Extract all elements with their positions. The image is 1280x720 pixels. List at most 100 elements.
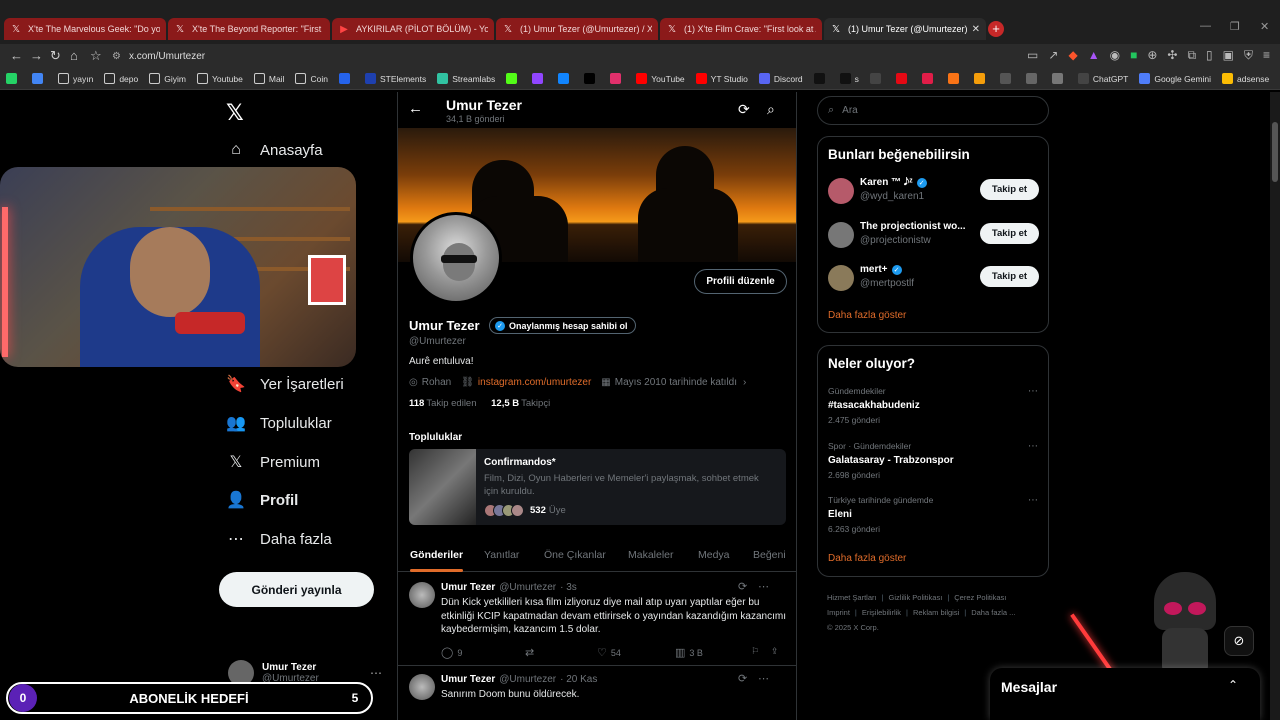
minimize-icon[interactable]: — xyxy=(1200,20,1211,32)
messages-drawer[interactable]: Mesajlar ⌃ xyxy=(990,668,1260,720)
footer-link[interactable]: Reklam bilgisi xyxy=(913,608,959,617)
tweet-author[interactable]: Umur Tezer xyxy=(441,674,495,685)
followers-link[interactable]: 12,5 B Takipçi xyxy=(491,398,550,409)
nav-item-premium[interactable]: 𝕏 Premium xyxy=(226,452,320,472)
grok-explain-icon[interactable]: ⟳ xyxy=(738,672,747,685)
get-verified-button[interactable]: ✓ Onaylanmış hesap sahibi ol xyxy=(489,317,636,334)
browser-tab[interactable]: 𝕏 (1) Umur Tezer (@Umurtezer) / X ✕ xyxy=(824,18,986,40)
tweet-time[interactable]: · 20 Kas xyxy=(560,674,597,685)
tab-1[interactable]: Yanıtlar xyxy=(484,549,519,561)
bookmark-item[interactable]: Mail xyxy=(253,73,284,84)
suggestion[interactable]: Karen ™ 𝅘𝅥𝅮ᶻ ✓ @wyd_karen1 Takip et xyxy=(828,177,1040,207)
search-input[interactable]: ⌕ Ara xyxy=(817,96,1049,125)
footer-link[interactable]: Gizlilik Politikası xyxy=(889,593,943,602)
tab-0[interactable]: Gönderiler xyxy=(410,549,464,572)
more-icon[interactable]: ⋯ xyxy=(1028,441,1038,452)
follow-button[interactable]: Takip et xyxy=(980,223,1039,244)
bookmark-item[interactable] xyxy=(999,73,1015,84)
follow-button[interactable]: Takip et xyxy=(980,266,1039,287)
nav-item-anasayfa[interactable]: ⌂ Anasayfa xyxy=(226,141,322,159)
more-icon[interactable]: ⋯ xyxy=(758,580,769,593)
bookmark-item[interactable] xyxy=(610,73,625,84)
tweet[interactable]: Umur Tezer @Umurtezer · 3s ⟳ ⋯ Dün Kick yetki… xyxy=(398,574,796,666)
footer-link[interactable]: Erişilebilirlik xyxy=(862,608,901,617)
extension-1-icon[interactable]: ◉ xyxy=(1110,48,1120,63)
bookmark-item[interactable]: Streamlabs xyxy=(437,73,495,84)
bookmark-item[interactable]: s xyxy=(839,73,859,84)
profile-link[interactable]: instagram.com/umurtezer xyxy=(478,377,591,388)
search-icon[interactable]: ⌕ xyxy=(767,101,775,118)
following-link[interactable]: 118 Takip edilen xyxy=(409,398,477,409)
bookmark-item[interactable] xyxy=(813,73,829,84)
suggestion-name[interactable]: The projectionist wo... xyxy=(860,221,966,232)
maximize-icon[interactable]: ❐ xyxy=(1230,20,1240,33)
x-logo-icon[interactable]: 𝕏 xyxy=(226,100,244,126)
tab-3[interactable]: Makaleler xyxy=(628,549,674,561)
bookmark-item[interactable]: yayın xyxy=(58,73,93,84)
bookmark-item[interactable]: Giyim xyxy=(149,73,186,84)
footer-link[interactable]: © 2025 X Corp. xyxy=(827,623,879,632)
share-icon[interactable]: ⇪ xyxy=(771,646,779,657)
bookmark-item[interactable] xyxy=(1025,73,1041,84)
wallet-icon[interactable]: ▣ xyxy=(1223,48,1234,63)
tweet[interactable]: Umur Tezer @Umurtezer · 20 Kas ⟳ ⋯ Sanırım Do… xyxy=(398,666,796,720)
tweet-time[interactable]: · 3s xyxy=(560,582,577,593)
extension-4-icon[interactable]: ⧉ xyxy=(1187,48,1196,63)
trend-item[interactable]: Gündemdekiler #tasacakhabudeniz 2.475 gönd… xyxy=(828,386,1040,425)
show-more-link[interactable]: Daha fazla göster xyxy=(828,310,906,321)
tab-4[interactable]: Medya xyxy=(698,549,730,561)
bookmark-item[interactable]: Coin xyxy=(295,73,328,84)
more-icon[interactable]: ⋯ xyxy=(758,672,769,685)
more-icon[interactable]: ⋯ xyxy=(1028,495,1038,506)
sidebar-icon[interactable]: ▯ xyxy=(1206,48,1213,63)
scrollbar-thumb[interactable] xyxy=(1272,122,1278,182)
nav-item-profil[interactable]: 👤 Profil xyxy=(226,490,298,510)
bookmark-item[interactable] xyxy=(921,73,937,84)
bookmark-item[interactable] xyxy=(895,73,911,84)
extension-3-icon[interactable]: ⊕ xyxy=(1147,48,1157,63)
tweet-author[interactable]: Umur Tezer xyxy=(441,582,495,593)
address-bar[interactable]: ⚙ x.com/Umurtezer xyxy=(112,47,982,65)
nav-item-daha-fazla[interactable]: ⋯ Daha fazla xyxy=(226,529,332,549)
bookmark-item[interactable]: YouTube xyxy=(636,73,685,84)
extension-2-icon[interactable]: ■ xyxy=(1130,48,1137,63)
page-scrollbar[interactable] xyxy=(1270,92,1280,720)
post-button[interactable]: Gönderi yayınla xyxy=(219,572,374,607)
bookmark-item[interactable] xyxy=(973,73,989,84)
like-button[interactable]: ♡ 54 xyxy=(597,646,621,659)
bookmark-item[interactable]: ChatGPT xyxy=(1077,73,1128,84)
bookmark-item[interactable] xyxy=(1051,73,1067,84)
tweet-avatar[interactable] xyxy=(409,582,435,608)
menu-icon[interactable]: ≡ xyxy=(1263,48,1270,63)
grok-icon[interactable]: ⟳ xyxy=(738,101,750,118)
new-tab-button[interactable]: + xyxy=(988,21,1004,37)
bookmark-item[interactable] xyxy=(869,73,885,84)
site-info-icon[interactable]: ⚙ xyxy=(112,51,121,62)
browser-tab[interactable]: 𝕏 (1) Umur Tezer (@Umurtezer) / X xyxy=(496,18,658,40)
vpn-icon[interactable]: ⛨ xyxy=(1244,48,1253,63)
bookmark-item[interactable] xyxy=(947,73,963,84)
suggestion[interactable]: mert+ ✓ @mertpostlf Takip et xyxy=(828,264,1040,294)
account-more-icon[interactable]: ⋯ xyxy=(370,666,382,680)
bookmark-item[interactable]: Discord xyxy=(758,73,803,84)
bookmark-item[interactable]: adsense xyxy=(1222,73,1269,84)
close-tab-icon[interactable]: ✕ xyxy=(972,24,980,35)
bookmark-item[interactable]: YT Studio xyxy=(695,73,748,84)
footer-link[interactable]: Imprint xyxy=(827,608,850,617)
bookmark-item[interactable] xyxy=(32,73,47,84)
community-card[interactable]: Confirmandos* Film, Dizi, Oyun Haberleri… xyxy=(409,449,786,525)
bookmark-item[interactable] xyxy=(532,73,547,84)
suggestion-name[interactable]: Karen ™ 𝅘𝅥𝅮ᶻ xyxy=(860,177,913,188)
bookmark-item[interactable] xyxy=(558,73,573,84)
bookmark-item[interactable] xyxy=(506,73,521,84)
bookmark-item[interactable]: depo xyxy=(104,73,138,84)
views-button[interactable]: ▥ 3 B xyxy=(675,646,703,659)
browser-tab[interactable]: 𝕏 (1) X'te Film Crave: "First look at Aan xyxy=(660,18,822,40)
suggestion-avatar[interactable] xyxy=(828,222,854,248)
browser-tab[interactable]: 𝕏 X'te The Marvelous Geek: "Do you th xyxy=(4,18,166,40)
extensions-icon[interactable]: ✣ xyxy=(1167,48,1177,63)
reply-button[interactable]: ◯ 9 xyxy=(441,646,462,659)
nav-item-topluluklar[interactable]: 👥 Topluluklar xyxy=(226,413,332,433)
trend-item[interactable]: Türkiye tarihinde gündemde Eleni 6.263 gön… xyxy=(828,495,1040,534)
expand-messages-icon[interactable]: ⌃ xyxy=(1228,678,1238,692)
